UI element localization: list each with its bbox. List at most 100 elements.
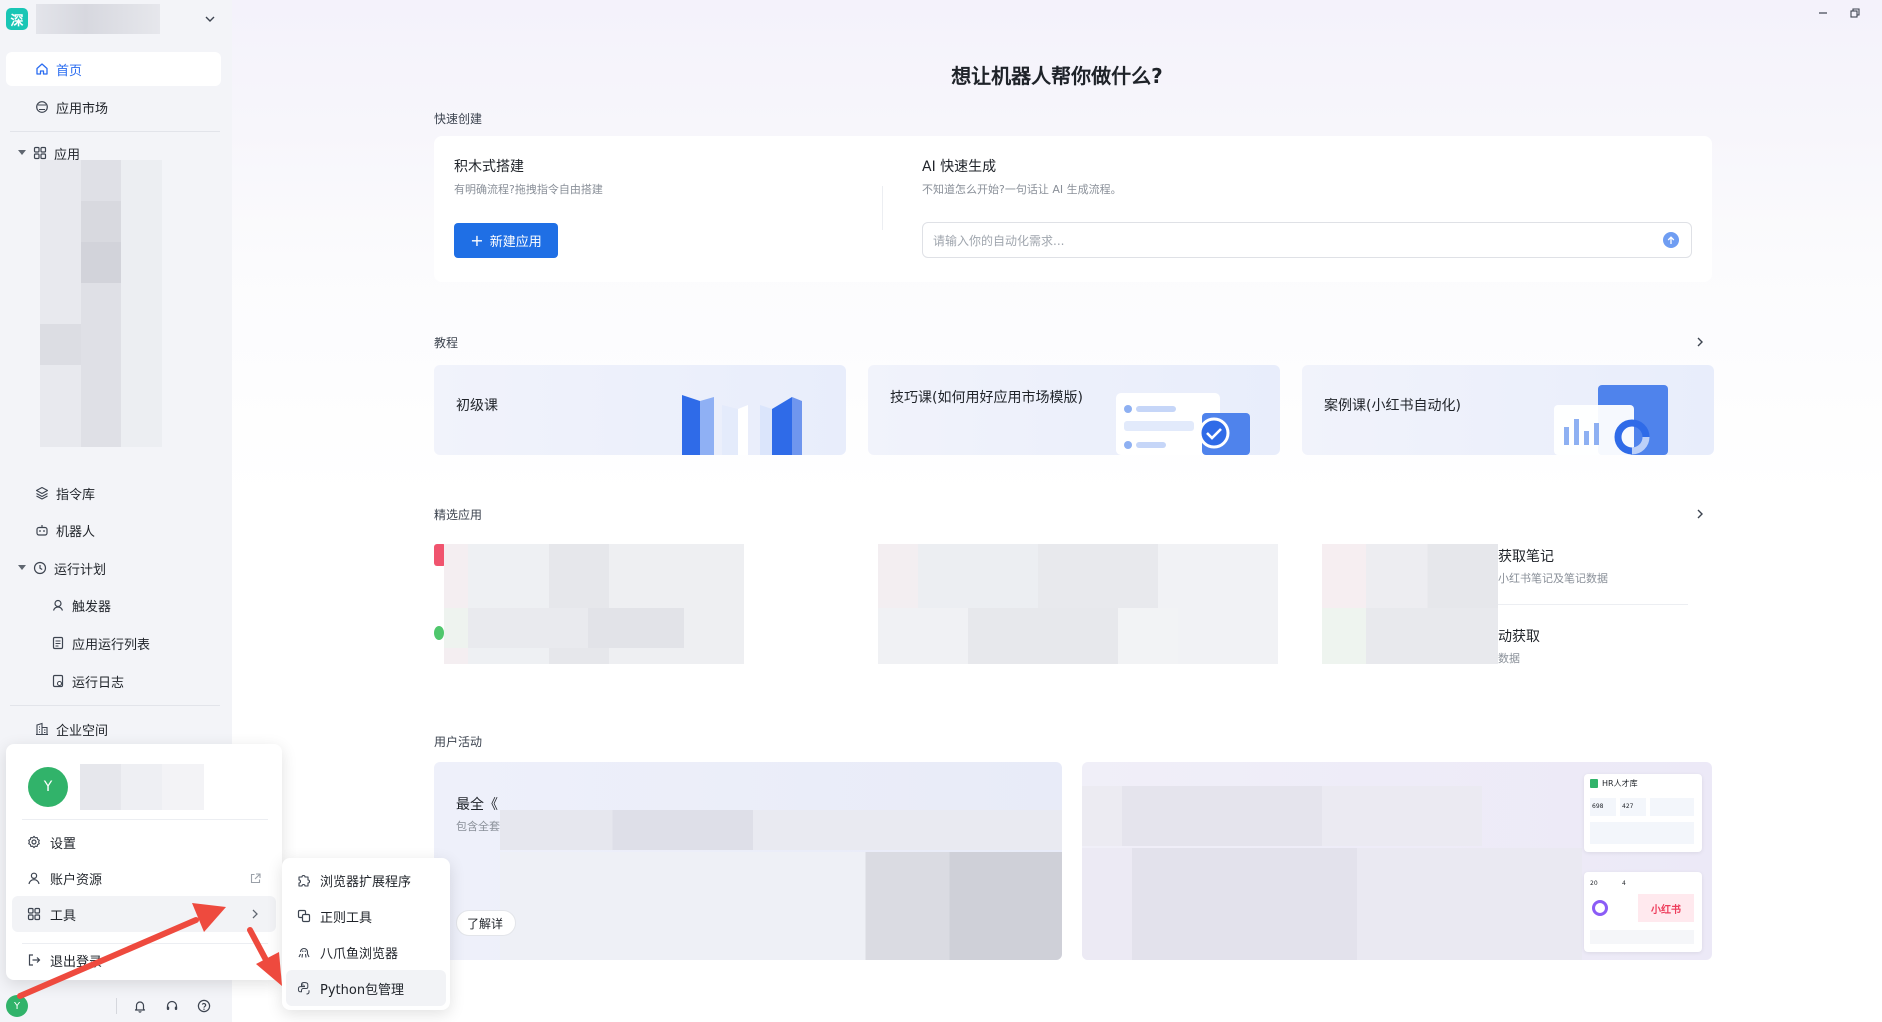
xiaohongshu-badge: 小红书 bbox=[1638, 894, 1694, 922]
octopus-icon bbox=[296, 944, 312, 960]
external-link-icon bbox=[248, 871, 262, 885]
sidebar-item-run-plan[interactable]: 运行计划 bbox=[6, 551, 221, 585]
featured-app-subtitle: 小红书笔记及笔记数据 bbox=[1498, 572, 1608, 585]
tools-submenu: 浏览器扩展程序 正则工具 八爪鱼浏览器 Python包管理 bbox=[282, 858, 450, 1010]
user-avatar[interactable]: Y bbox=[6, 995, 28, 1017]
featured-app-title[interactable]: 获取笔记 bbox=[1498, 546, 1554, 566]
activity-content-redacted bbox=[500, 852, 1062, 960]
chevron-right-icon[interactable] bbox=[1692, 334, 1708, 350]
chevron-right-icon[interactable] bbox=[1692, 506, 1708, 522]
main-content: 想让机器人帮你做什么? 快速创建 积木式搭建 有明确流程?拖拽指令自由搭建 + … bbox=[232, 0, 1882, 1022]
new-app-button-label: 新建应用 bbox=[489, 235, 542, 250]
sidebar-item-market[interactable]: 应用市场 bbox=[6, 90, 221, 124]
activity-card-title: 最全《 bbox=[456, 797, 498, 813]
stat-tile: 427 bbox=[1620, 798, 1646, 816]
tool-item-label: 八爪鱼浏览器 bbox=[320, 946, 399, 962]
clock-icon bbox=[32, 560, 48, 576]
sidebar-item-label: 应用运行列表 bbox=[72, 637, 151, 653]
quick-create-card: 积木式搭建 有明确流程?拖拽指令自由搭建 + 新建应用 AI 快速生成 不知道怎… bbox=[434, 136, 1712, 282]
sidebar-item-label: 首页 bbox=[56, 63, 83, 79]
menu-item-label: 账户资源 bbox=[50, 872, 103, 888]
building-icon bbox=[34, 721, 50, 737]
app-list-redacted bbox=[40, 160, 162, 470]
tool-item-python-packages[interactable]: Python包管理 bbox=[286, 970, 446, 1006]
section-label-tutorials: 教程 bbox=[434, 336, 459, 350]
workspace-switcher[interactable]: 深 bbox=[6, 4, 226, 34]
sidebar-item-app-run-list[interactable]: 应用运行列表 bbox=[6, 626, 221, 660]
hr-talent-thumbnail: HR人才库 698 427 bbox=[1584, 774, 1702, 852]
tutorial-card-case[interactable]: 案例课(小红书自动化) bbox=[1302, 365, 1714, 455]
tutorial-card-tips[interactable]: 技巧课(如何用好应用市场模版) bbox=[868, 365, 1280, 455]
sidebar-item-label: 机器人 bbox=[56, 524, 96, 540]
plus-icon: + bbox=[470, 230, 484, 250]
menu-item-logout[interactable]: 退出登录 bbox=[12, 942, 276, 978]
account-popover: Y 设置 账户资源 工具 退出登录 bbox=[6, 744, 282, 980]
table-tile bbox=[1590, 930, 1694, 944]
featured-app-title[interactable]: 动获取 bbox=[1498, 626, 1540, 646]
tool-item-label: Python包管理 bbox=[320, 982, 405, 998]
section-label-activities: 用户活动 bbox=[434, 735, 483, 749]
menu-item-label: 工具 bbox=[50, 908, 77, 924]
learn-more-button[interactable]: 了解详 bbox=[456, 910, 516, 936]
caret-down-icon[interactable] bbox=[16, 147, 28, 159]
app-icon-redacted bbox=[434, 626, 444, 640]
menu-item-tools[interactable]: 工具 bbox=[12, 896, 276, 932]
stat-value: 4 bbox=[1622, 880, 1626, 887]
logout-icon bbox=[26, 952, 42, 968]
card-divider bbox=[882, 186, 883, 230]
tool-item-octopus-browser[interactable]: 八爪鱼浏览器 bbox=[286, 934, 446, 970]
activity-card[interactable]: 最全《 包含全套 了解详 bbox=[434, 762, 1062, 960]
account-header: Y bbox=[28, 764, 204, 810]
new-app-button[interactable]: + 新建应用 bbox=[454, 223, 558, 258]
ai-prompt-input[interactable]: 请输入你的自动化需求... bbox=[922, 222, 1692, 258]
sidebar-item-robots[interactable]: 机器人 bbox=[6, 513, 221, 547]
sidebar-item-label: 运行计划 bbox=[54, 562, 107, 578]
tutorial-card-beginner[interactable]: 初级课 bbox=[434, 365, 846, 455]
chart-tile bbox=[1590, 822, 1694, 844]
sidebar-footer: Y bbox=[0, 990, 232, 1022]
layers-icon bbox=[34, 485, 50, 501]
send-arrow-icon[interactable] bbox=[1663, 232, 1679, 248]
menu-item-settings[interactable]: 设置 bbox=[12, 824, 276, 860]
menu-item-account-resources[interactable]: 账户资源 bbox=[12, 860, 276, 896]
stat-tile: 698 bbox=[1590, 798, 1616, 816]
menu-item-label: 设置 bbox=[50, 836, 77, 852]
sidebar-item-enterprise[interactable]: 企业空间 bbox=[6, 712, 221, 746]
xiaohongshu-thumbnail: 20 4 小红书 bbox=[1584, 872, 1702, 952]
puzzle-icon bbox=[296, 872, 312, 888]
chevron-down-icon[interactable] bbox=[202, 11, 218, 27]
sidebar-item-label: 触发器 bbox=[72, 599, 112, 615]
robot-icon bbox=[34, 522, 50, 538]
menu-item-label: 退出登录 bbox=[50, 954, 103, 970]
sidebar-item-home[interactable]: 首页 bbox=[6, 52, 221, 86]
tool-item-browser-extension[interactable]: 浏览器扩展程序 bbox=[286, 862, 446, 898]
python-icon bbox=[296, 980, 312, 996]
help-icon[interactable] bbox=[195, 997, 213, 1015]
thumbnail-label: HR人才库 bbox=[1602, 779, 1638, 788]
featured-apps-grid: 获取笔记 小红书笔记及笔记数据 动获取 数据 bbox=[434, 540, 1712, 670]
sidebar-item-run-log[interactable]: 运行日志 bbox=[6, 664, 221, 698]
bell-icon[interactable] bbox=[131, 997, 149, 1015]
sheet-icon bbox=[1590, 779, 1598, 788]
workspace-name-redacted bbox=[36, 4, 160, 34]
sidebar-item-label: 指令库 bbox=[56, 487, 96, 503]
sidebar-divider bbox=[10, 705, 220, 706]
grid-icon bbox=[32, 145, 48, 161]
minimize-icon[interactable] bbox=[1816, 6, 1830, 20]
headset-icon[interactable] bbox=[163, 997, 181, 1015]
sidebar-item-commands[interactable]: 指令库 bbox=[6, 476, 221, 510]
caret-down-icon[interactable] bbox=[16, 562, 28, 574]
restore-icon[interactable] bbox=[1848, 6, 1862, 20]
user-icon bbox=[26, 870, 42, 886]
trigger-icon bbox=[50, 597, 66, 613]
stat-value: 427 bbox=[1622, 803, 1634, 810]
tool-item-label: 正则工具 bbox=[320, 910, 373, 926]
block-build-subtitle: 有明确流程?拖拽指令自由搭建 bbox=[454, 183, 603, 196]
block-build-title: 积木式搭建 bbox=[454, 159, 524, 175]
activity-card[interactable]: HR人才库 698 427 20 4 小红书 bbox=[1082, 762, 1712, 960]
regex-icon bbox=[296, 908, 312, 924]
app-logo: 深 bbox=[6, 8, 28, 30]
sidebar-item-label: 企业空间 bbox=[56, 723, 109, 739]
sidebar-item-triggers[interactable]: 触发器 bbox=[6, 588, 221, 622]
tool-item-regex[interactable]: 正则工具 bbox=[286, 898, 446, 934]
